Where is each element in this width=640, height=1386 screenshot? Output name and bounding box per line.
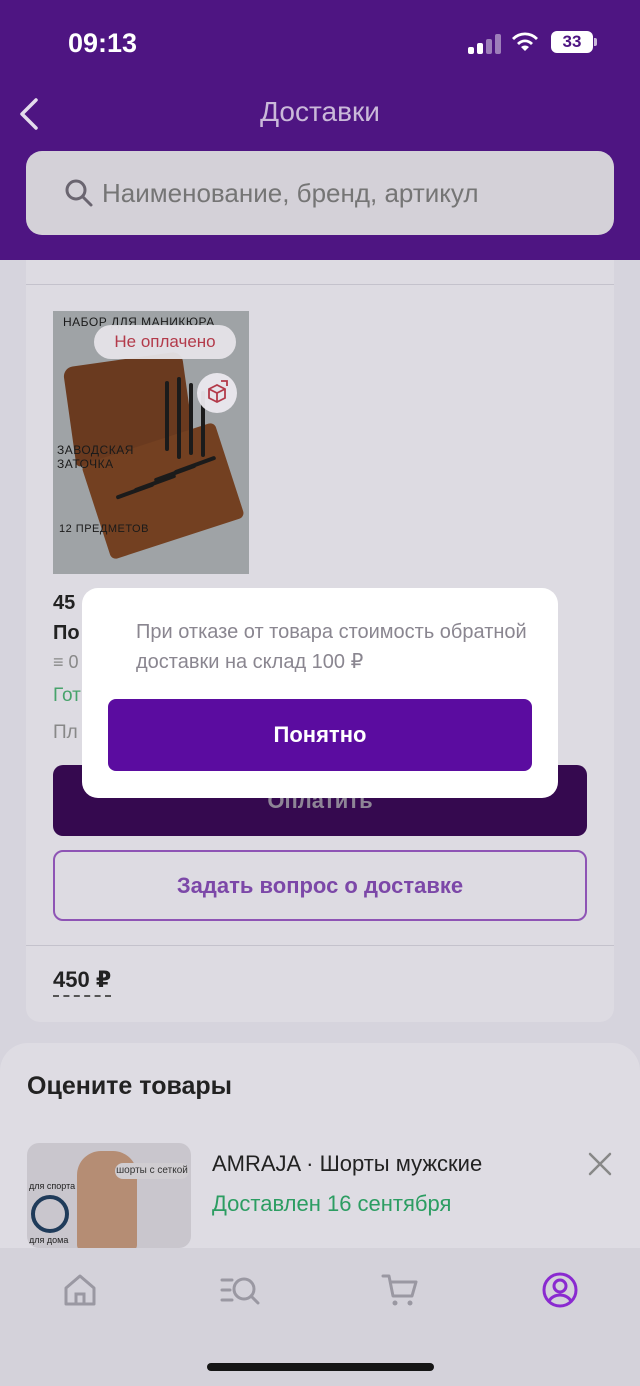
close-icon[interactable] [586,1150,614,1178]
status-time: 09:13 [68,28,138,58]
info-modal: При отказе от товара стоимость обратной … [82,588,558,798]
catalog-search-icon[interactable] [220,1270,260,1310]
page-title: Доставки [260,96,380,127]
home-indicator[interactable] [207,1363,434,1371]
item-name: По [53,622,80,644]
tool [177,377,181,459]
modal-text: При отказе от товара стоимость обратной … [136,621,527,673]
image-caption-bottom: 12 ПРЕДМЕТОВ [59,523,149,535]
search-icon [65,179,93,207]
item-status: Гот [53,685,81,706]
order-total[interactable]: 450 ₽ [53,967,112,997]
profile-icon[interactable] [540,1270,580,1310]
runner-icon [31,1195,69,1233]
item-payment-info: Пл [53,722,78,743]
wifi-icon [512,32,538,51]
tool [189,383,193,455]
tool [165,381,169,451]
home-icon[interactable] [60,1270,100,1310]
unpaid-badge: Не оплачено [94,325,236,359]
battery-tip [594,38,597,46]
understood-button[interactable]: Понятно [108,699,532,771]
item-meta: ≡ 0 [53,652,79,672]
item-meta-value: 0 [68,652,79,672]
rate-products-title: Оцените товары [27,1072,233,1100]
item-price: 45 [53,592,76,614]
image-caption-middle: ЗАВОДСКАЯ ЗАТОЧКА [57,443,134,471]
thumb-label-sport: для спорта [29,1181,76,1191]
ask-delivery-question-button[interactable]: Задать вопрос о доставке [53,850,587,921]
rate-item-name[interactable]: AMRAJA · Шорты мужские [212,1151,482,1177]
thumb-label: шорты с сеткой [115,1163,189,1179]
search-box[interactable] [26,151,622,235]
header: 09:13 33 Доставки [0,0,640,260]
divider [26,945,614,946]
search-input[interactable] [102,151,622,235]
cart-icon[interactable] [380,1270,420,1310]
rate-item-status: Доставлен 16 сентября [212,1191,452,1216]
divider [26,284,614,285]
rate-item-image[interactable]: шорты с сеткой для спорта для дома [27,1143,191,1248]
status-bar: 09:13 33 [0,0,640,86]
return-box-icon [197,373,237,413]
signal-icon [468,34,502,54]
thumb-label-home: для дома [29,1235,69,1245]
battery-icon: 33 [551,31,593,53]
